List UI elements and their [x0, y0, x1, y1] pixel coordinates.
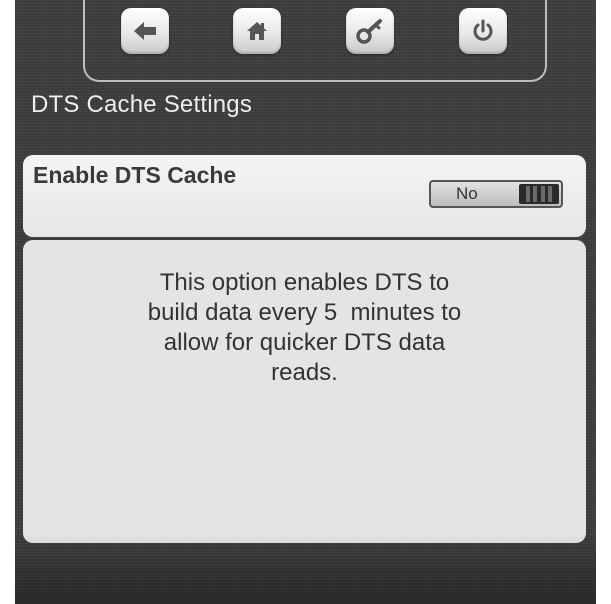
- power-button[interactable]: [459, 8, 507, 54]
- page-title: DTS Cache Settings: [31, 91, 253, 118]
- grip-line: [525, 186, 530, 202]
- description-line: build data every 5 minutes to: [147, 299, 462, 326]
- description-line: reads.: [271, 359, 338, 386]
- info-panel: This option enables DTS to build data ev…: [23, 240, 586, 543]
- bottom-shade: [15, 534, 596, 604]
- arrow-left-icon: [134, 22, 156, 40]
- enable-dts-cache-toggle[interactable]: No: [429, 180, 563, 208]
- power-icon: [473, 19, 493, 41]
- key-icon: [356, 19, 382, 44]
- description-line: This option enables DTS to: [159, 269, 450, 296]
- grip-line: [548, 186, 553, 202]
- description-text: This option enables DTS to build data ev…: [93, 268, 516, 388]
- home-button[interactable]: [233, 8, 281, 54]
- description-line: allow for quicker DTS data: [163, 329, 446, 356]
- home-icon: [247, 22, 267, 40]
- toggle-value: No: [456, 184, 478, 203]
- toggle-handle[interactable]: [519, 184, 559, 204]
- setting-label: Enable DTS Cache: [33, 162, 237, 188]
- back-button[interactable]: [121, 8, 169, 54]
- navigation-bar: [83, 0, 547, 82]
- grip-line: [533, 186, 538, 202]
- setting-panel: Enable DTS Cache No: [23, 155, 586, 237]
- device-screen: DTS Cache Settings Enable DTS Cache No T…: [15, 0, 596, 604]
- grip-line: [540, 186, 545, 202]
- security-button[interactable]: [346, 8, 394, 54]
